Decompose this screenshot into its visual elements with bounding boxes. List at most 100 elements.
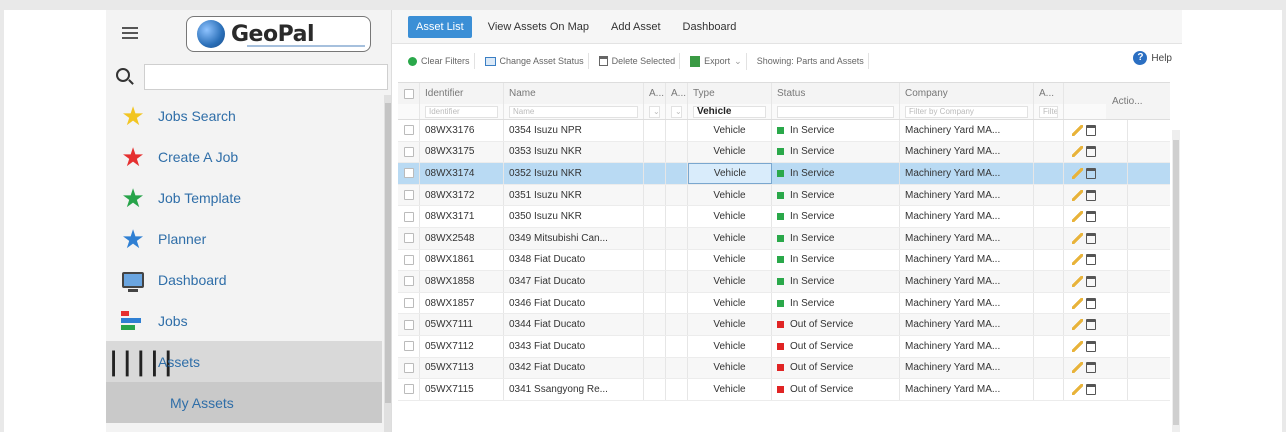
- column-header-a2[interactable]: A...: [666, 83, 688, 104]
- table-row[interactable]: 08WX3171 0350 Isuzu NKR Vehicle In Service M…: [398, 206, 1170, 228]
- column-header-company[interactable]: Company: [900, 83, 1034, 104]
- cell-type[interactable]: Vehicle: [688, 249, 772, 271]
- row-checkbox[interactable]: [398, 292, 420, 314]
- cell-type[interactable]: Vehicle: [688, 292, 772, 314]
- delete-icon[interactable]: [1086, 275, 1096, 287]
- column-header-a3[interactable]: A...: [1034, 83, 1064, 104]
- cell-type[interactable]: Vehicle: [688, 379, 772, 400]
- table-row[interactable]: 08WX2548 0349 Mitsubishi Can... Vehicle In …: [398, 227, 1170, 250]
- column-header-actions[interactable]: Actio...: [1106, 82, 1170, 120]
- select-all-checkbox[interactable]: [398, 83, 420, 104]
- edit-icon[interactable]: [1072, 362, 1083, 374]
- delete-icon[interactable]: [1086, 383, 1096, 395]
- edit-icon[interactable]: [1072, 275, 1083, 287]
- column-header-identifier[interactable]: Identifier: [420, 83, 504, 104]
- edit-icon[interactable]: [1072, 167, 1083, 179]
- row-checkbox[interactable]: [398, 271, 420, 292]
- sidebar-item-my-assets[interactable]: My Assets: [106, 382, 382, 423]
- delete-icon[interactable]: [1086, 319, 1096, 331]
- table-row[interactable]: 08WX3176 0354 Isuzu NPR Vehicle In Service M…: [398, 120, 1170, 142]
- delete-icon[interactable]: [1086, 232, 1096, 244]
- filter-company-input[interactable]: Filter by Company: [905, 105, 1028, 118]
- sidebar-item-planner[interactable]: ★ Planner: [106, 218, 382, 259]
- edit-icon[interactable]: [1072, 146, 1083, 158]
- delete-icon[interactable]: [1086, 124, 1096, 136]
- sidebar-item-dashboard[interactable]: Dashboard: [106, 259, 382, 300]
- filter-status-select[interactable]: [777, 105, 894, 118]
- row-checkbox[interactable]: [398, 357, 420, 379]
- menu-icon[interactable]: [122, 27, 138, 39]
- table-row[interactable]: 08WX3174 0352 Isuzu NKR Vehicle In Service M…: [398, 163, 1170, 185]
- delete-icon[interactable]: [1086, 211, 1096, 223]
- table-row[interactable]: 05WX7111 0344 Fiat Ducato Vehicle Out of Se…: [398, 314, 1170, 336]
- row-checkbox[interactable]: [398, 335, 420, 357]
- change-asset-status-button[interactable]: Change Asset Status: [481, 53, 589, 69]
- row-checkbox[interactable]: [398, 314, 420, 335]
- table-row[interactable]: 05WX7113 0342 Fiat Ducato Vehicle Out of Se…: [398, 357, 1170, 380]
- filter-type-select[interactable]: Vehicle: [693, 105, 766, 118]
- delete-selected-button[interactable]: Delete Selected: [595, 53, 681, 69]
- row-checkbox[interactable]: [398, 120, 420, 141]
- sidebar-item-create-a-job[interactable]: ★ Create A Job: [106, 136, 382, 177]
- table-row[interactable]: 05WX7115 0341 Ssangyong Re... Vehicle Out o…: [398, 379, 1170, 401]
- edit-icon[interactable]: [1072, 211, 1083, 223]
- sidebar-item-jobs-search[interactable]: ★ Jobs Search: [106, 95, 382, 136]
- edit-icon[interactable]: [1072, 340, 1083, 352]
- table-row[interactable]: 05WX7112 0343 Fiat Ducato Vehicle Out of Se…: [398, 335, 1170, 358]
- delete-icon[interactable]: [1086, 362, 1096, 374]
- delete-icon[interactable]: [1086, 297, 1096, 309]
- clear-filters-button[interactable]: Clear Filters: [404, 53, 475, 69]
- row-checkbox[interactable]: [398, 379, 420, 400]
- sidebar-item-jobs[interactable]: Jobs: [106, 300, 382, 341]
- grid-scrollbar[interactable]: [1172, 130, 1180, 432]
- column-header-type[interactable]: Type: [688, 83, 772, 104]
- geopal-logo[interactable]: GeoPal: [186, 16, 371, 52]
- sidebar-item-job-template[interactable]: ★ Job Template: [106, 177, 382, 218]
- tab-view-assets-on-map[interactable]: View Assets On Map: [488, 21, 589, 33]
- row-checkbox[interactable]: [398, 249, 420, 271]
- cell-type[interactable]: Vehicle: [688, 141, 772, 163]
- delete-icon[interactable]: [1086, 254, 1096, 266]
- delete-icon[interactable]: [1086, 189, 1096, 201]
- export-button[interactable]: Export ⌄: [686, 52, 747, 70]
- cell-type[interactable]: Vehicle: [688, 314, 772, 335]
- showing-filter-dropdown[interactable]: Showing: Parts and Assets: [753, 53, 869, 69]
- edit-icon[interactable]: [1072, 297, 1083, 309]
- delete-icon[interactable]: [1086, 167, 1096, 179]
- delete-icon[interactable]: [1086, 146, 1096, 158]
- tab-add-asset[interactable]: Add Asset: [611, 21, 661, 33]
- help-button[interactable]: ? Help: [1133, 51, 1172, 65]
- cell-type[interactable]: Vehicle: [688, 335, 772, 357]
- column-header-name[interactable]: Name: [504, 83, 644, 104]
- edit-icon[interactable]: [1072, 254, 1083, 266]
- column-header-status[interactable]: Status: [772, 83, 900, 104]
- column-header-a1[interactable]: A...: [644, 83, 666, 104]
- edit-icon[interactable]: [1072, 189, 1083, 201]
- row-checkbox[interactable]: [398, 141, 420, 163]
- row-checkbox[interactable]: [398, 184, 420, 206]
- cell-type[interactable]: Vehicle: [688, 120, 772, 141]
- filter-name-input[interactable]: Name: [509, 105, 638, 118]
- edit-icon[interactable]: [1072, 383, 1083, 395]
- cell-type[interactable]: Vehicle: [688, 357, 772, 379]
- row-checkbox[interactable]: [398, 163, 420, 184]
- table-row[interactable]: 08WX1861 0348 Fiat Ducato Vehicle In Servic…: [398, 249, 1170, 272]
- tab-asset-list[interactable]: Asset List: [408, 15, 472, 38]
- cell-type[interactable]: Vehicle: [688, 163, 772, 184]
- sidebar-scrollbar[interactable]: [384, 95, 391, 432]
- filter-a3-input[interactable]: Filte: [1039, 105, 1058, 118]
- table-row[interactable]: 08WX3172 0351 Isuzu NKR Vehicle In Service M…: [398, 184, 1170, 207]
- table-row[interactable]: 08WX3175 0353 Isuzu NKR Vehicle In Service M…: [398, 141, 1170, 164]
- cell-type[interactable]: Vehicle: [688, 271, 772, 292]
- filter-a2-select[interactable]: ⌄: [671, 105, 682, 118]
- cell-type[interactable]: Vehicle: [688, 206, 772, 227]
- edit-icon[interactable]: [1072, 124, 1083, 136]
- row-checkbox[interactable]: [398, 227, 420, 249]
- edit-icon[interactable]: [1072, 232, 1083, 244]
- search-input[interactable]: [144, 64, 388, 90]
- filter-a1-select[interactable]: ⌄: [649, 105, 660, 118]
- table-row[interactable]: 08WX1857 0346 Fiat Ducato Vehicle In Servic…: [398, 292, 1170, 315]
- sidebar-item-assets[interactable]: |||||| Assets: [106, 341, 382, 382]
- cell-type[interactable]: Vehicle: [688, 227, 772, 249]
- cell-type[interactable]: Vehicle: [688, 184, 772, 206]
